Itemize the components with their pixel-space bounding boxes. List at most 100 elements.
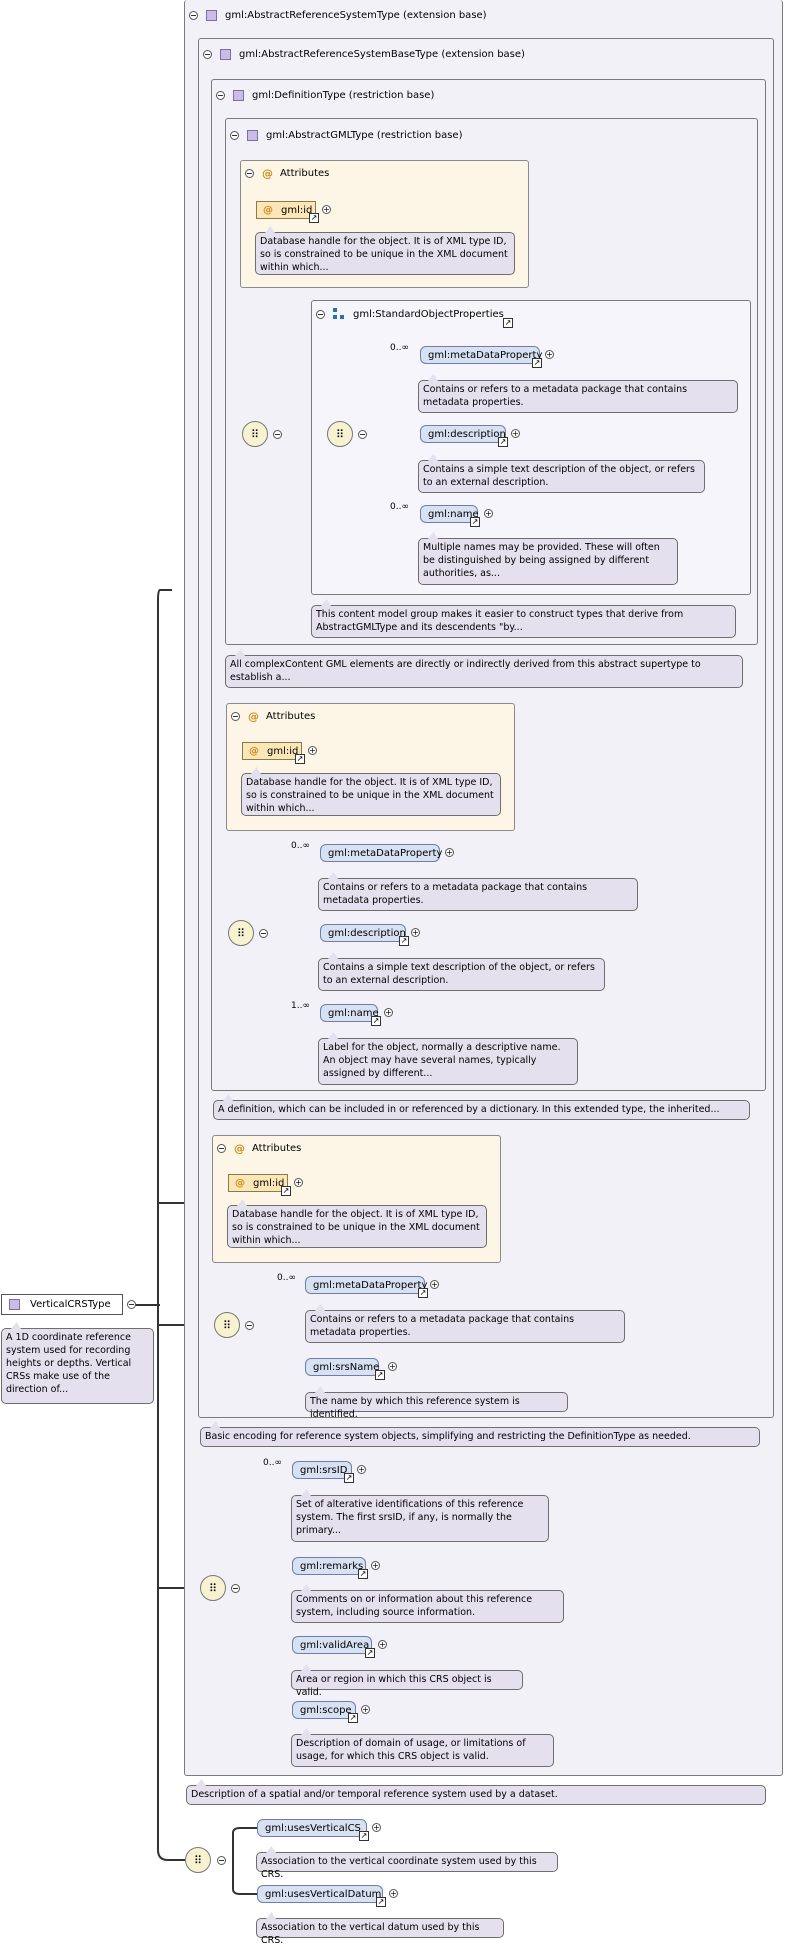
plus-icon[interactable]: +: [322, 205, 331, 214]
element-description: Contains or refers to a metadata package…: [318, 878, 638, 911]
element-description: Association to the vertical datum used b…: [256, 1918, 504, 1946]
collapse-icon[interactable]: [216, 90, 225, 100]
element-gml-description[interactable]: gml:description: [420, 425, 506, 443]
link-arrow-icon[interactable]: ↗: [295, 754, 305, 764]
collapse-icon[interactable]: [127, 1300, 136, 1309]
collapse-icon[interactable]: [231, 1584, 240, 1593]
sequence-icon[interactable]: ⠿: [242, 421, 268, 447]
attributes-box: @ Attributes @ gml:id ↗ + Database handl…: [240, 160, 529, 288]
type-description: A definition, which can be included in o…: [213, 1100, 750, 1120]
collapse-icon[interactable]: [316, 309, 325, 319]
element-description: Label for the object, normally a descrip…: [318, 1038, 578, 1085]
collapse-icon[interactable]: [231, 711, 240, 721]
collapse-icon[interactable]: [273, 430, 282, 439]
plus-icon[interactable]: +: [545, 350, 554, 359]
link-arrow-icon[interactable]: ↗: [503, 318, 513, 328]
collapse-icon[interactable]: [203, 49, 212, 59]
attributes-label: Attributes: [266, 710, 316, 722]
plus-icon[interactable]: +: [411, 928, 420, 937]
collapse-icon[interactable]: [217, 1143, 226, 1153]
attribute-gml-id[interactable]: @ gml:id: [242, 742, 302, 760]
complex-type-icon: [220, 48, 231, 60]
attributes-label: Attributes: [252, 1142, 302, 1154]
complex-type-icon: [206, 9, 217, 21]
plus-icon[interactable]: +: [388, 1362, 397, 1371]
sequence-icon[interactable]: ⠿: [228, 920, 254, 946]
at-sign-icon: @: [249, 745, 259, 757]
plus-icon[interactable]: +: [357, 1465, 366, 1474]
link-arrow-icon[interactable]: ↗: [498, 437, 508, 447]
attributes-label: Attributes: [280, 167, 330, 179]
attribute-gml-id[interactable]: @ gml:id: [228, 1174, 288, 1192]
plus-icon[interactable]: +: [371, 1561, 380, 1570]
collapse-icon[interactable]: [189, 10, 198, 20]
plus-icon[interactable]: +: [445, 848, 454, 857]
element-gml-metadataproperty[interactable]: gml:metaDataProperty: [320, 844, 442, 862]
link-arrow-icon[interactable]: ↗: [532, 358, 542, 368]
link-arrow-icon[interactable]: ↗: [376, 1897, 386, 1907]
plus-icon[interactable]: +: [484, 509, 493, 518]
plus-icon[interactable]: +: [294, 1178, 303, 1187]
element-gml-metadataproperty[interactable]: gml:metaDataProperty: [420, 346, 542, 364]
sequence-icon[interactable]: ⠿: [327, 421, 353, 447]
link-arrow-icon[interactable]: ↗: [371, 1016, 381, 1026]
element-gml-name[interactable]: gml:name: [320, 1004, 379, 1022]
element-gml-description[interactable]: gml:description: [320, 924, 406, 942]
element-gml-remarks[interactable]: gml:remarks: [292, 1557, 366, 1575]
at-sign-icon: @: [262, 166, 273, 180]
cardinality: 0..∞: [390, 502, 409, 512]
type-title: gml:AbstractReferenceSystemBaseType (ext…: [239, 48, 525, 60]
plus-icon[interactable]: +: [511, 429, 520, 438]
sequence-icon[interactable]: ⠿: [214, 1312, 240, 1338]
collapse-icon[interactable]: [230, 130, 239, 140]
collapse-icon[interactable]: [259, 929, 268, 938]
element-gml-usesverticaldatum[interactable]: gml:usesVerticalDatum: [257, 1885, 383, 1903]
link-arrow-icon[interactable]: ↗: [359, 1831, 369, 1841]
cardinality: 0..∞: [263, 1458, 282, 1468]
type-title: gml:DefinitionType (restriction base): [252, 89, 435, 101]
element-description: Contains a simple text description of th…: [318, 958, 605, 991]
link-arrow-icon[interactable]: ↗: [470, 517, 480, 527]
element-gml-srsname[interactable]: gml:srsName: [305, 1358, 379, 1376]
sequence-icon[interactable]: ⠿: [200, 1575, 226, 1601]
cardinality: 0..∞: [390, 343, 409, 353]
link-arrow-icon[interactable]: ↗: [418, 1288, 428, 1298]
collapse-icon[interactable]: [245, 168, 254, 178]
collapse-icon[interactable]: [217, 1856, 226, 1865]
cardinality: 0..∞: [277, 1273, 296, 1283]
link-arrow-icon[interactable]: ↗: [281, 1186, 291, 1196]
plus-icon[interactable]: +: [361, 1705, 370, 1714]
plus-icon[interactable]: +: [384, 1008, 393, 1017]
sequence-icon[interactable]: ⠿: [185, 1847, 211, 1873]
collapse-icon[interactable]: [245, 1321, 254, 1330]
element-gml-metadataproperty[interactable]: gml:metaDataProperty: [305, 1276, 427, 1294]
link-arrow-icon[interactable]: ↗: [358, 1569, 368, 1579]
element-gml-usesverticalcs[interactable]: gml:usesVerticalCS: [257, 1819, 367, 1837]
link-arrow-icon[interactable]: ↗: [399, 936, 409, 946]
type-description: Basic encoding for reference system obje…: [200, 1427, 760, 1447]
attributes-box: @ Attributes @ gml:id ↗ + Database handl…: [226, 703, 515, 831]
plus-icon[interactable]: +: [308, 746, 317, 755]
attribute-description: Database handle for the object. It is of…: [227, 1205, 487, 1248]
plus-icon[interactable]: +: [389, 1889, 398, 1898]
root-type-verticalcrstype[interactable]: VerticalCRSType: [1, 1294, 123, 1315]
plus-icon[interactable]: +: [372, 1823, 381, 1832]
plus-icon[interactable]: +: [378, 1640, 387, 1649]
element-gml-scope[interactable]: gml:scope: [292, 1701, 356, 1719]
element-description: Comments on or information about this re…: [291, 1590, 564, 1623]
collapse-icon[interactable]: [358, 430, 367, 439]
link-arrow-icon[interactable]: ↗: [375, 1370, 385, 1380]
link-arrow-icon[interactable]: ↗: [344, 1473, 354, 1483]
root-type-name: VerticalCRSType: [30, 1299, 111, 1310]
element-gml-srsid[interactable]: gml:srsID: [292, 1461, 352, 1479]
cardinality: 0..∞: [291, 841, 310, 851]
plus-icon[interactable]: +: [430, 1280, 439, 1289]
at-sign-icon: @: [263, 204, 273, 216]
link-arrow-icon[interactable]: ↗: [348, 1713, 358, 1723]
element-gml-validarea[interactable]: gml:validArea: [292, 1636, 372, 1654]
link-arrow-icon[interactable]: ↗: [309, 213, 319, 223]
at-sign-icon: @: [234, 1141, 245, 1155]
attribute-gml-id[interactable]: @ gml:id: [256, 201, 316, 219]
link-arrow-icon[interactable]: ↗: [365, 1648, 375, 1658]
at-sign-icon: @: [235, 1177, 245, 1189]
